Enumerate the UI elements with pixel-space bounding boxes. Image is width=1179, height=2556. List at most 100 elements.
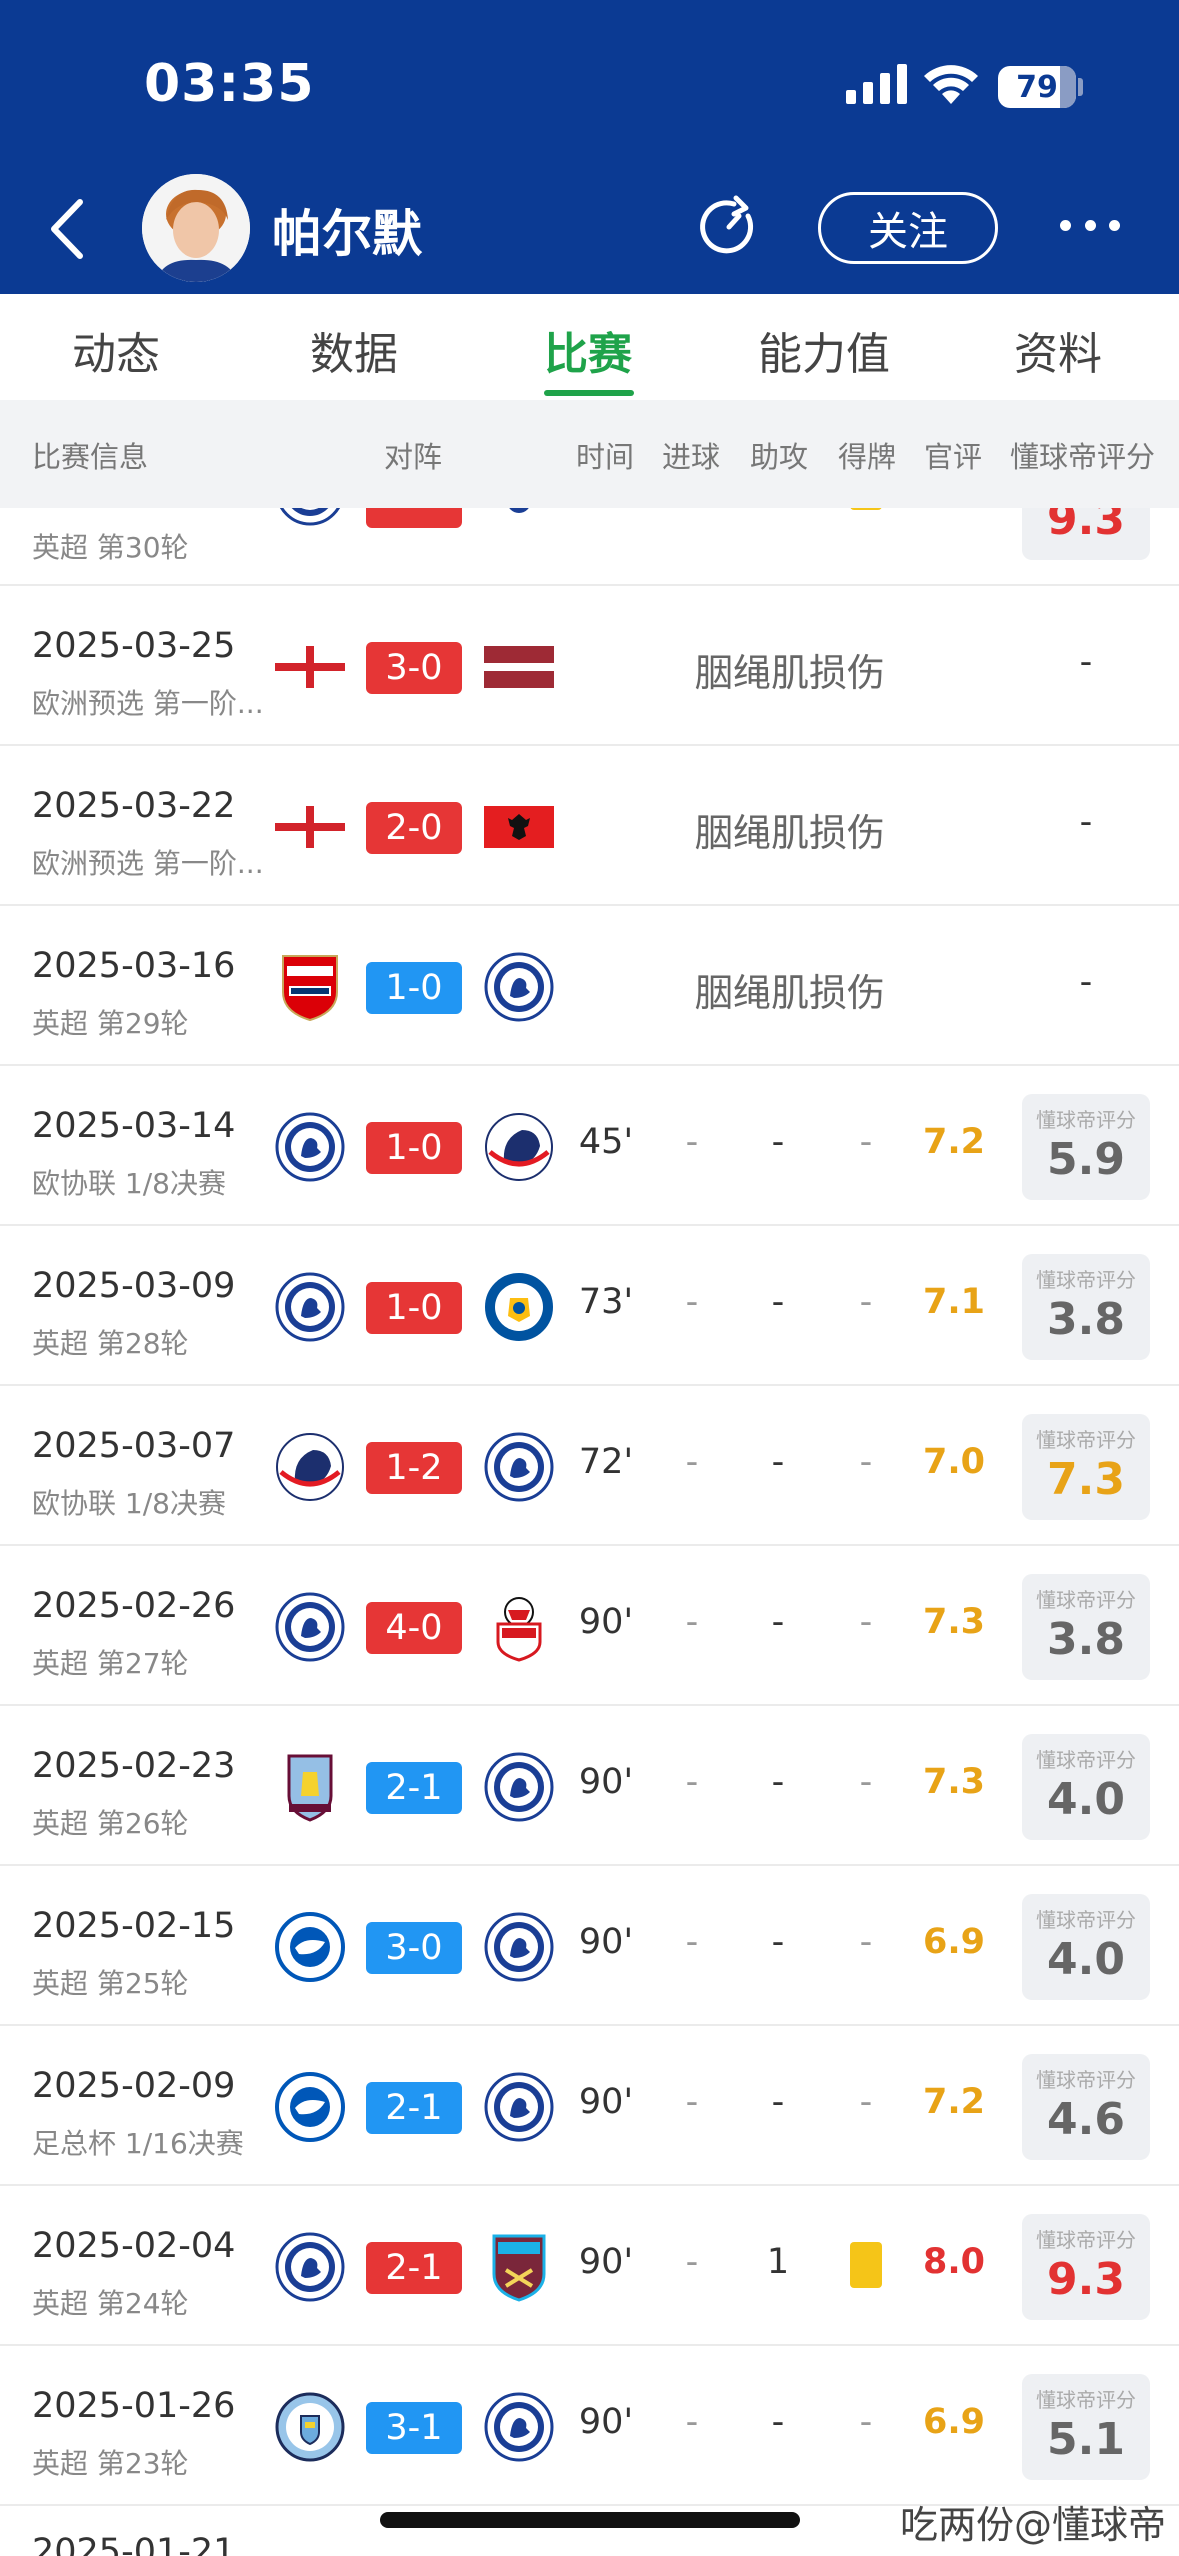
- match-date: 2025-02-09: [32, 2066, 236, 2106]
- col-time: 时间: [576, 440, 635, 474]
- tab-feed[interactable]: 动态: [72, 318, 160, 382]
- dqd-rating-value: 9.3: [1047, 508, 1125, 545]
- match-score: 2-0: [366, 802, 462, 854]
- minutes-played: 90': [578, 1602, 634, 1642]
- goals-value: -: [685, 1282, 699, 1322]
- match-competition: 英超 第26轮: [32, 1807, 189, 1840]
- match-date: 2025-03-16: [32, 946, 236, 986]
- dqd-rating-value: 4.6: [1047, 2094, 1125, 2145]
- match-competition: 英超 第24轮: [32, 2287, 189, 2320]
- dqd-rating-label: 懂球帝评分: [1036, 2228, 1136, 2252]
- match-row[interactable]: 2025-01-26 英超 第23轮 3-1 90' - - - 6.9 懂球帝评分 5.1: [0, 2346, 1179, 2506]
- official-rating: 7.2: [922, 2082, 985, 2122]
- col-dqd-rating: 懂球帝评分: [1010, 440, 1156, 474]
- official-rating: 8.0: [922, 2242, 985, 2282]
- official-rating: 7.2: [922, 1122, 985, 1162]
- dqd-rating-box[interactable]: 懂球帝评分 4.6: [1022, 2054, 1150, 2160]
- dqd-rating-label: 懂球帝评分: [1036, 1268, 1136, 1292]
- follow-button[interactable]: 关注: [818, 192, 998, 264]
- goals-value: -: [685, 2402, 699, 2442]
- yellow-card-icon: [850, 2242, 882, 2288]
- more-options-icon[interactable]: [1060, 210, 1120, 240]
- watermark-text: 吃两份@懂球帝: [900, 2503, 1167, 2547]
- match-date: 2025-02-15: [32, 1906, 236, 1946]
- match-competition: 欧洲预选 第一阶...: [32, 847, 264, 880]
- injury-status: 胭绳肌损伤: [694, 811, 885, 855]
- minutes-played: 90': [578, 2082, 634, 2122]
- chelsea-crest-icon: [275, 2232, 345, 2302]
- match-row[interactable]: 2025-02-23 英超 第26轮 2-1 90' - - - 7.3 懂球帝评分 4.0: [0, 1706, 1179, 1866]
- match-competition: 英超 第30轮: [32, 531, 189, 564]
- official-rating: 7.3: [922, 1762, 985, 1802]
- match-date: 2025-03-14: [32, 1106, 236, 1146]
- dqd-rating-box[interactable]: 懂球帝评分 7.3: [1022, 1414, 1150, 1520]
- chelsea-crest-icon: [484, 1912, 554, 1982]
- match-row[interactable]: 2025-03-16 英超 第29轮 1-0 胭绳肌损伤 -: [0, 906, 1179, 1066]
- back-arrow-icon[interactable]: [44, 196, 94, 262]
- cards-value: -: [859, 2082, 873, 2122]
- battery-icon: 79: [998, 66, 1076, 108]
- dqd-rating-box[interactable]: 懂球帝评分 3.8: [1022, 1574, 1150, 1680]
- assists-value: 1: [766, 2242, 790, 2282]
- dqd-rating-box[interactable]: 懂球帝评分 3.8: [1022, 1254, 1150, 1360]
- chelsea-crest-icon: [275, 1592, 345, 1662]
- goals-value: -: [685, 1762, 699, 1802]
- tab-stats[interactable]: 数据: [310, 318, 398, 382]
- goals-value: -: [685, 1442, 699, 1482]
- tab-profile[interactable]: 资料: [1014, 318, 1102, 382]
- match-competition: 英超 第27轮: [32, 1647, 189, 1680]
- dqd-rating-label: 懂球帝评分: [1036, 2388, 1136, 2412]
- team-crest-icon: [484, 508, 554, 526]
- tab-matches[interactable]: 比赛: [544, 318, 632, 382]
- match-row[interactable]: 2025-02-26 英超 第27轮 4-0 90' - - - 7.3 懂球帝评分 3.8: [0, 1546, 1179, 1706]
- match-date: 2025-01-21: [32, 2532, 236, 2556]
- match-date: 2025-02-26: [32, 1586, 236, 1626]
- assists-value: -: [771, 1122, 785, 1162]
- dqd-rating-box[interactable]: 9.3: [1022, 508, 1150, 560]
- dqd-rating-box[interactable]: 懂球帝评分 4.0: [1022, 1894, 1150, 2000]
- match-row[interactable]: 2025-03-22 欧洲预选 第一阶... 2-0 胭绳肌损伤 -: [0, 746, 1179, 906]
- cards-value: -: [859, 1602, 873, 1642]
- match-row[interactable]: 2025-03-14 欧协联 1/8决赛 1-0 45' - - - 7.2 懂球帝评分 5.9: [0, 1066, 1179, 1226]
- match-row-partial[interactable]: 英超 第30轮 9.3: [0, 508, 1179, 586]
- match-score: 3-0: [366, 1922, 462, 1974]
- cards-value: -: [859, 1122, 873, 1162]
- match-row[interactable]: 2025-02-15 英超 第25轮 3-0 90' - - - 6.9 懂球帝评分 4.0: [0, 1866, 1179, 2026]
- battery-level: 79: [1016, 69, 1058, 105]
- match-row[interactable]: 2025-02-04 英超 第24轮 2-1 90' - 1 8.0 懂球帝评分 9.3: [0, 2186, 1179, 2346]
- refresh-icon[interactable]: [696, 194, 762, 260]
- cards-value: -: [859, 1442, 873, 1482]
- status-time: 03:35: [144, 54, 315, 114]
- home-indicator[interactable]: [380, 2512, 800, 2528]
- player-avatar[interactable]: [142, 174, 250, 282]
- injury-status: 胭绳肌损伤: [694, 971, 885, 1015]
- assists-value: -: [771, 2402, 785, 2442]
- player-name: 帕尔默: [272, 205, 422, 263]
- match-date: 2025-03-22: [32, 786, 236, 826]
- col-vs: 对阵: [384, 440, 443, 474]
- cards-value: -: [859, 1282, 873, 1322]
- match-row[interactable]: 2025-02-09 足总杯 1/16决赛 2-1 90' - - - 7.2 懂球帝评分 4.6: [0, 2026, 1179, 2186]
- match-row[interactable]: 2025-03-09 英超 第28轮 1-0 73' - - - 7.1 懂球帝评分 3.8: [0, 1226, 1179, 1386]
- official-rating: 7.1: [922, 1282, 985, 1322]
- match-date: 2025-03-25: [32, 626, 236, 666]
- dqd-rating-value: -: [1079, 642, 1093, 682]
- column-header-row: 比赛信息 对阵 时间 进球 助攻 得牌 官评 懂球帝评分: [0, 400, 1179, 508]
- match-competition: 英超 第25轮: [32, 1967, 189, 2000]
- match-list[interactable]: 英超 第30轮 9.3 2025-03-25 欧洲预选 第一阶... 3-0 胭绳肌损…: [0, 508, 1179, 2556]
- match-score: 2-1: [366, 2242, 462, 2294]
- dqd-rating-box[interactable]: 懂球帝评分 5.9: [1022, 1094, 1150, 1200]
- goals-value: -: [685, 2242, 699, 2282]
- tab-ability[interactable]: 能力值: [758, 318, 890, 382]
- dqd-rating-value: -: [1079, 802, 1093, 842]
- latvia-crest-icon: [484, 632, 554, 702]
- match-score: 1-0: [366, 1122, 462, 1174]
- match-row[interactable]: 2025-03-25 欧洲预选 第一阶... 3-0 胭绳肌损伤 -: [0, 586, 1179, 746]
- dqd-rating-box[interactable]: 懂球帝评分 4.0: [1022, 1734, 1150, 1840]
- match-score: 1-0: [366, 962, 462, 1014]
- match-row[interactable]: 2025-03-07 欧协联 1/8决赛 1-2 72' - - - 7.0 懂球帝评分 7.3: [0, 1386, 1179, 1546]
- match-competition: 英超 第28轮: [32, 1327, 189, 1360]
- dqd-rating-box[interactable]: 懂球帝评分 9.3: [1022, 2214, 1150, 2320]
- official-rating: 6.9: [922, 1922, 985, 1962]
- dqd-rating-box[interactable]: 懂球帝评分 5.1: [1022, 2374, 1150, 2480]
